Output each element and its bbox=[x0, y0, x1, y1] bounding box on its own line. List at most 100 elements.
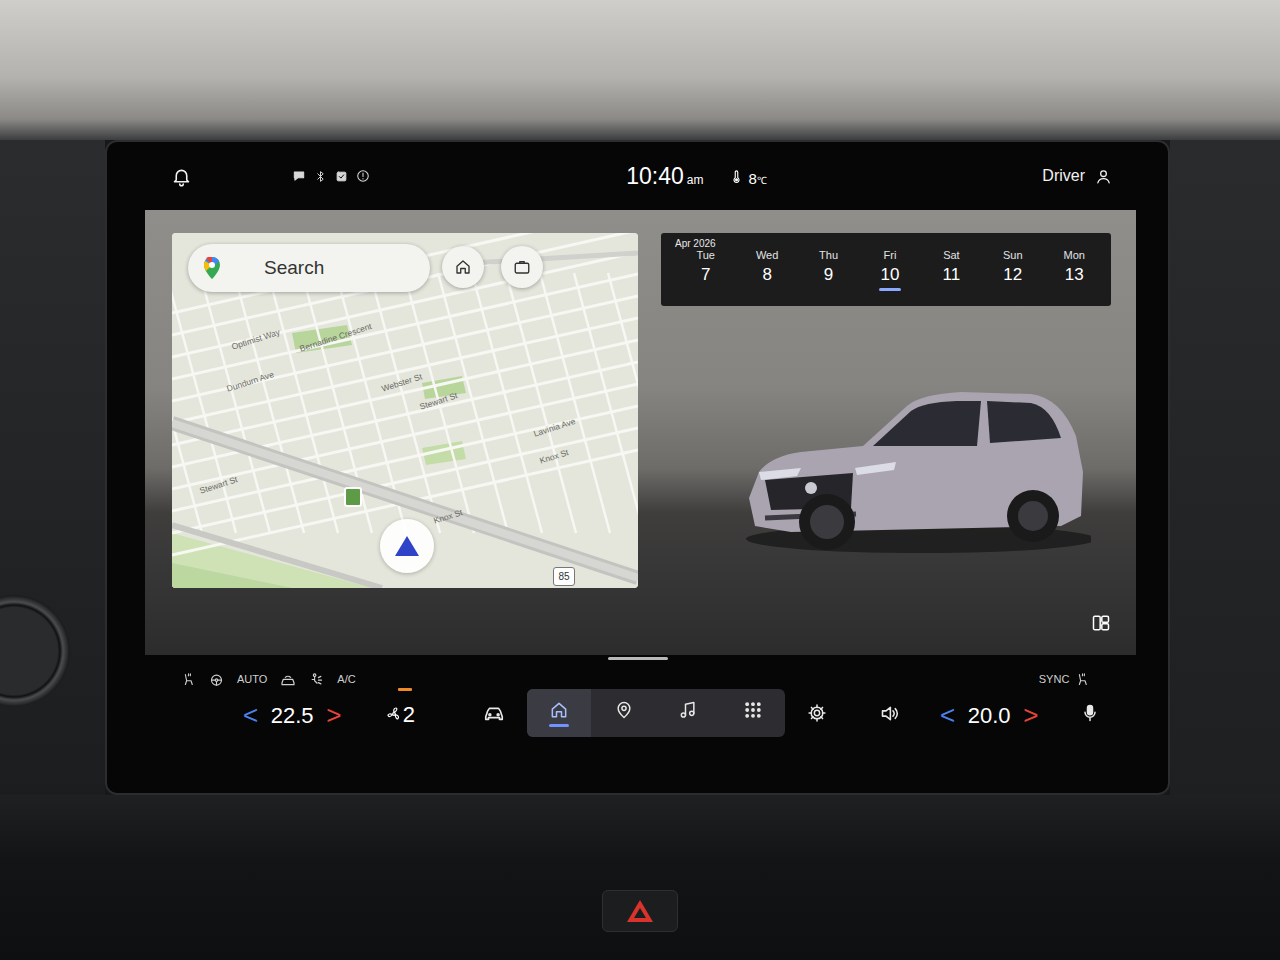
home-icon[interactable] bbox=[454, 258, 472, 276]
bell-icon[interactable] bbox=[171, 166, 192, 187]
nav-tab[interactable] bbox=[527, 689, 592, 737]
profile-name[interactable]: Driver bbox=[1042, 164, 1085, 188]
location-pin-icon[interactable] bbox=[614, 700, 634, 720]
checkbox-icon bbox=[335, 170, 348, 183]
calendar-day[interactable]: Fri10 bbox=[859, 249, 920, 291]
active-tab-underline bbox=[614, 724, 634, 727]
day-name[interactable]: Thu bbox=[798, 249, 859, 262]
day-number[interactable]: 13 bbox=[1044, 262, 1105, 288]
air-recirculation-icon[interactable] bbox=[280, 672, 296, 688]
briefcase-icon[interactable] bbox=[513, 258, 531, 276]
calendar-days: Tue7Wed8Thu9Fri10Sat11Sun12Mon13 bbox=[675, 249, 1105, 291]
passenger-temp-down[interactable]: < bbox=[940, 702, 955, 728]
passenger-temperature: <20.0> bbox=[940, 699, 1038, 732]
nav-tab[interactable] bbox=[656, 689, 721, 737]
bluetooth-icon bbox=[314, 170, 327, 183]
temperature-unit: ℃ bbox=[757, 173, 767, 188]
day-number[interactable]: 10 bbox=[859, 262, 920, 288]
airflow-mode-icon[interactable] bbox=[309, 672, 324, 687]
heated-seat-icon[interactable] bbox=[181, 672, 196, 687]
bottom-bar: AUTO A/C <22.5 >2 SYNC<20.0> bbox=[107, 655, 1168, 793]
fan-speed-control[interactable]: 2 bbox=[386, 698, 415, 731]
day-name[interactable]: Sun bbox=[982, 249, 1043, 262]
fan-speed[interactable]: 2 bbox=[403, 698, 415, 731]
dashboard-left bbox=[0, 140, 105, 795]
sync-button[interactable]: SYNC bbox=[1039, 671, 1070, 688]
selected-day-underline bbox=[695, 288, 717, 291]
active-tab-underline bbox=[743, 724, 763, 727]
calendar-day[interactable]: Sun12 bbox=[982, 249, 1043, 291]
passenger-temp-up[interactable]: > bbox=[1023, 702, 1038, 728]
drag-handle[interactable] bbox=[608, 657, 668, 660]
auto-button[interactable]: AUTO bbox=[237, 671, 267, 688]
hazard-triangle-icon[interactable] bbox=[626, 899, 654, 923]
google-maps-pin-icon bbox=[204, 257, 220, 279]
gear-icon[interactable] bbox=[807, 703, 827, 723]
calendar-strip[interactable]: Apr 2026Tue7Wed8Thu9Fri10Sat11Sun12Mon13 bbox=[661, 233, 1111, 306]
heated-steering-wheel-icon[interactable] bbox=[209, 672, 224, 687]
selected-day-underline bbox=[1002, 288, 1024, 291]
nav-tab[interactable] bbox=[720, 689, 785, 737]
day-number[interactable]: 7 bbox=[675, 262, 736, 288]
search-label[interactable]: Search bbox=[264, 254, 324, 283]
day-name[interactable]: Mon bbox=[1044, 249, 1105, 262]
car-icon[interactable] bbox=[483, 702, 505, 724]
driver-temperature: <22.5 > bbox=[181, 699, 356, 732]
calendar-month: Apr 2026 bbox=[675, 238, 1105, 249]
day-number[interactable]: 8 bbox=[736, 262, 797, 288]
driver-climate: AUTO A/C <22.5 > bbox=[181, 671, 356, 732]
driver-temp-up[interactable]: > bbox=[326, 702, 341, 728]
start-stop-button[interactable] bbox=[0, 595, 70, 707]
day-name[interactable]: Tue bbox=[675, 249, 736, 262]
day-name[interactable]: Sat bbox=[921, 249, 982, 262]
day-name[interactable]: Wed bbox=[736, 249, 797, 262]
day-number[interactable]: 9 bbox=[798, 262, 859, 288]
day-number[interactable]: 11 bbox=[921, 262, 982, 288]
microphone-icon[interactable] bbox=[1080, 703, 1100, 723]
home-icon[interactable] bbox=[549, 700, 569, 720]
active-tab-underline bbox=[549, 724, 569, 727]
selected-day-underline bbox=[756, 288, 778, 291]
selected-day-underline bbox=[1063, 288, 1085, 291]
home-content: Optimist WayBernadine CrescentDundurn Av… bbox=[145, 210, 1136, 655]
day-name[interactable]: Fri bbox=[859, 249, 920, 262]
right-panel: Apr 2026Tue7Wed8Thu9Fri10Sat11Sun12Mon13 bbox=[661, 233, 1136, 655]
sync-control[interactable]: SYNC bbox=[940, 671, 1090, 689]
day-number[interactable]: 12 bbox=[982, 262, 1043, 288]
home-shortcut[interactable] bbox=[442, 246, 484, 288]
fan-icon[interactable] bbox=[386, 706, 402, 722]
vehicle-image[interactable] bbox=[731, 376, 1091, 556]
clock-area: 10:40am8℃ bbox=[626, 159, 767, 194]
calendar-day[interactable]: Thu9 bbox=[798, 249, 859, 291]
clock-ampm: am bbox=[687, 171, 704, 189]
map-widget[interactable]: Optimist WayBernadine CrescentDundurn Av… bbox=[172, 233, 638, 588]
map-search-bar[interactable]: Search bbox=[188, 244, 430, 292]
selected-day-underline bbox=[818, 288, 840, 291]
passenger-heated-seat-icon[interactable] bbox=[1075, 672, 1090, 687]
calendar-day[interactable]: Sat11 bbox=[921, 249, 982, 291]
main-navigation bbox=[527, 689, 785, 737]
clock-time: 10:40 bbox=[626, 159, 684, 194]
poi-marker[interactable] bbox=[344, 487, 362, 507]
nav-tab[interactable] bbox=[591, 689, 656, 737]
volume-icon[interactable] bbox=[879, 703, 900, 724]
music-icon[interactable] bbox=[678, 700, 698, 720]
profile-area[interactable]: Driver bbox=[767, 164, 1112, 188]
driver-temp-down[interactable]: < bbox=[243, 702, 258, 728]
hazard-button[interactable] bbox=[602, 890, 678, 932]
driver-temp-value: 22.5 bbox=[270, 699, 314, 732]
calendar-day[interactable]: Wed8 bbox=[736, 249, 797, 291]
status-left bbox=[171, 166, 516, 187]
layout-switch-icon[interactable] bbox=[1091, 613, 1111, 633]
active-tab-underline bbox=[678, 724, 698, 727]
calendar-day[interactable]: Mon13 bbox=[1044, 249, 1105, 291]
work-shortcut[interactable] bbox=[501, 246, 543, 288]
ac-button[interactable]: A/C bbox=[337, 671, 355, 688]
selected-day-underline bbox=[879, 288, 901, 291]
route-shield: 85 bbox=[553, 567, 575, 586]
person-icon[interactable] bbox=[1095, 168, 1112, 185]
status-bar: 10:40am8℃ Driver bbox=[107, 142, 1168, 210]
app-grid-icon[interactable] bbox=[743, 700, 763, 720]
calendar-day[interactable]: Tue7 bbox=[675, 249, 736, 291]
climate-shortcuts: AUTO A/C bbox=[181, 671, 356, 689]
